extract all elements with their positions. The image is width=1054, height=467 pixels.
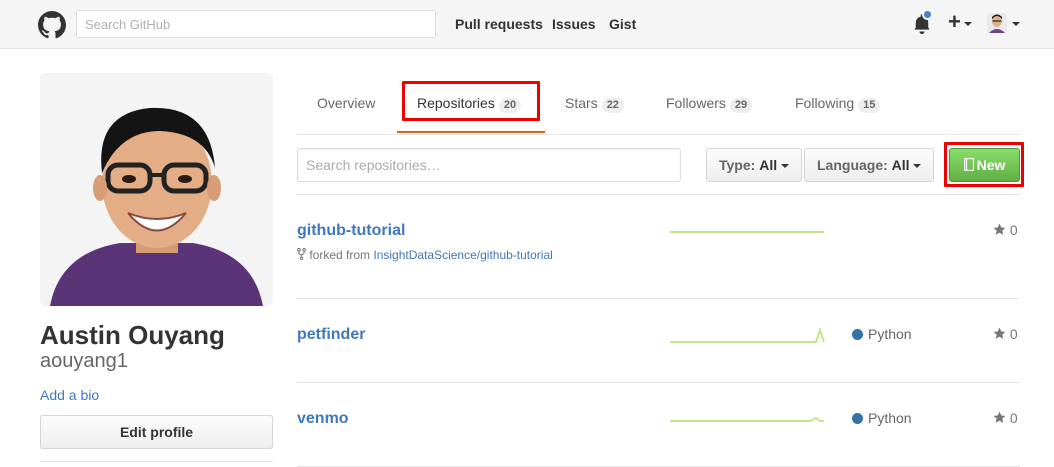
repo-star-count: 0 [1009, 326, 1018, 342]
profile-full-name: Austin Ouyang [40, 320, 225, 350]
tabs-divider [297, 134, 1020, 135]
edit-profile-button[interactable]: Edit profile [40, 415, 273, 449]
profile-photo [40, 73, 273, 306]
github-logo-icon[interactable] [38, 11, 66, 39]
repository-search-input[interactable] [297, 148, 681, 182]
repo-star-count: 0 [1009, 222, 1018, 238]
following-count-badge: 15 [858, 98, 881, 113]
repo-language: Python [852, 326, 912, 342]
repo-stars[interactable]: 0 [993, 222, 1018, 238]
language-caret-icon [913, 164, 922, 169]
nav-gist[interactable]: Gist [609, 16, 636, 32]
stars-count-badge: 22 [601, 98, 624, 113]
tab-followers-label: Followers [666, 95, 726, 111]
unread-notification-dot [922, 9, 933, 20]
profile-username: aouyang1 [40, 350, 128, 372]
nav-pull-requests[interactable]: Pull requests [455, 16, 543, 32]
followers-count-badge: 29 [729, 98, 753, 113]
star-icon [993, 327, 1006, 339]
repo-forked-icon [297, 247, 306, 261]
repo-stars[interactable]: 0 [993, 410, 1018, 426]
repo-language: Python [852, 410, 912, 426]
new-button-highlight-box [944, 142, 1024, 187]
repositories-tab-highlight-box [402, 81, 540, 121]
active-tab-underline [397, 131, 545, 133]
language-filter-dropdown[interactable]: Language: All [804, 148, 935, 182]
tab-overview-label: Overview [317, 95, 376, 111]
python-language-color-dot [852, 329, 863, 340]
repo-divider [297, 382, 1020, 383]
repo-star-count: 0 [1009, 410, 1018, 426]
tab-overview[interactable]: Overview [317, 95, 375, 111]
forked-from-line: forked from InsightDataScience/github-tu… [297, 247, 553, 262]
nav-issues[interactable]: Issues [552, 16, 596, 32]
filters-divider [297, 194, 1020, 195]
activity-sparkline [670, 326, 825, 343]
global-search-input[interactable] [76, 10, 436, 38]
activity-sparkline [670, 231, 824, 233]
repo-divider [297, 298, 1020, 299]
tab-stars-label: Stars [565, 95, 598, 111]
forked-source-link[interactable]: InsightDataScience/github-tutorial [373, 248, 552, 262]
repo-name-link[interactable]: petfinder [297, 326, 365, 344]
sidebar-divider [40, 461, 273, 462]
activity-sparkline [670, 416, 824, 422]
top-header: Pull requests Issues Gist + [0, 0, 1054, 49]
language-filter-value: All [891, 157, 910, 173]
star-icon [993, 223, 1006, 235]
tab-following-label: Following [795, 95, 855, 111]
profile-portrait-icon [40, 73, 273, 306]
star-icon [993, 411, 1006, 423]
repo-language-label: Python [868, 410, 912, 426]
forked-from-prefix: forked from [309, 248, 371, 262]
tab-stars[interactable]: Stars 22 [565, 95, 624, 113]
type-filter-dropdown[interactable]: Type: All [706, 148, 802, 182]
create-new-plus-icon[interactable]: + [948, 10, 961, 34]
language-filter-label: Language: [817, 157, 888, 173]
tab-following[interactable]: Following 15 [795, 95, 881, 113]
repo-language-label: Python [868, 326, 912, 342]
type-caret-icon [780, 164, 789, 169]
repo-stars[interactable]: 0 [993, 326, 1018, 342]
avatar-dropdown-caret-icon[interactable] [1012, 22, 1020, 26]
user-avatar-icon [987, 13, 1007, 33]
create-dropdown-caret-icon[interactable] [964, 22, 972, 26]
tab-followers[interactable]: Followers 29 [666, 95, 753, 113]
add-bio-link[interactable]: Add a bio [40, 387, 99, 403]
type-filter-value: All [759, 157, 778, 173]
python-language-color-dot [852, 413, 863, 424]
repo-name-link[interactable]: venmo [297, 410, 349, 428]
repo-name-link[interactable]: github-tutorial [297, 222, 405, 240]
user-avatar-menu[interactable] [987, 13, 1007, 33]
type-filter-label: Type: [719, 157, 756, 173]
